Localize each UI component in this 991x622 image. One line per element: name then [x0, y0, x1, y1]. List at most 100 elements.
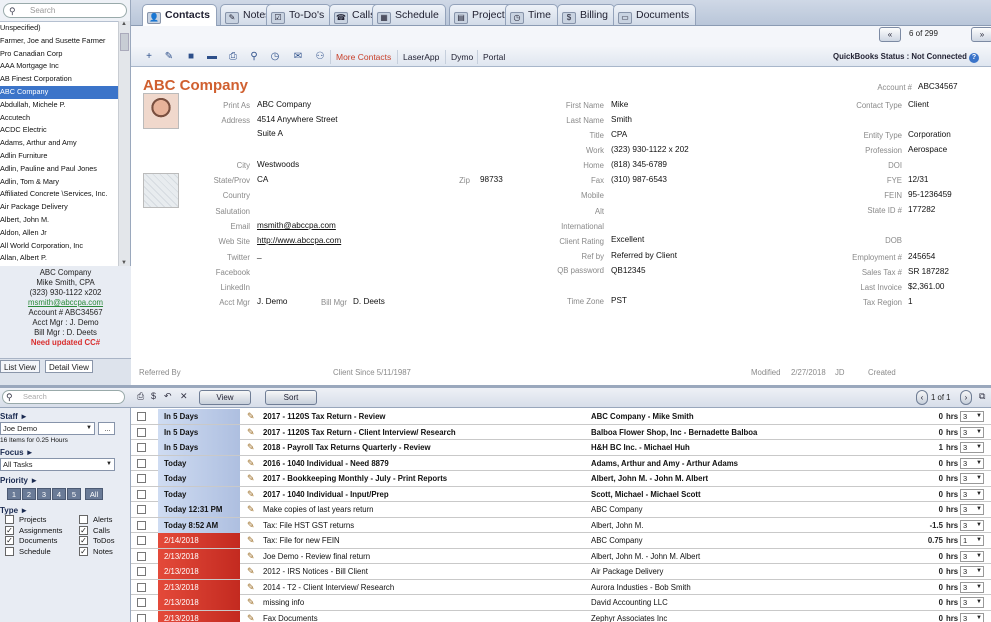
- type-header[interactable]: Type ►: [0, 506, 28, 515]
- client-list-item[interactable]: Pro Canadian Corp: [0, 48, 118, 61]
- task-priority-select[interactable]: 3 ▼: [960, 581, 984, 593]
- tab-schedule[interactable]: ▦ Schedule: [372, 4, 446, 25]
- task-checkbox[interactable]: [137, 567, 146, 576]
- client-list-item[interactable]: Abdullah, Michele P.: [0, 99, 118, 112]
- task-priority-select[interactable]: 1 ▼: [960, 535, 984, 546]
- task-priority-select[interactable]: 3 ▼: [960, 411, 984, 422]
- task-priority-select[interactable]: 3 ▼: [960, 457, 984, 469]
- tab-billing[interactable]: $ Billing: [557, 4, 616, 25]
- task-priority-select[interactable]: 3 ▼: [960, 550, 984, 562]
- task-checkbox[interactable]: [137, 598, 146, 607]
- priority-5-button[interactable]: 5: [67, 488, 81, 500]
- task-row[interactable]: 2/13/2018 ✎ missing info David Accounting L…: [131, 595, 991, 611]
- task-description[interactable]: 2012 - IRS Notices - Bill Client: [263, 564, 368, 579]
- task-checkbox[interactable]: [137, 520, 146, 530]
- website-link[interactable]: http://www.abccpa.com: [257, 236, 341, 245]
- zip-value[interactable]: 98733: [480, 175, 503, 184]
- task-checkbox[interactable]: [137, 427, 146, 437]
- city-value[interactable]: Westwoods: [257, 160, 299, 169]
- task-description[interactable]: 2017 - 1120S Tax Return - Review: [263, 409, 386, 424]
- task-row[interactable]: Today ✎ 2016 - 1040 Individual - Need 8879…: [131, 455, 991, 471]
- type-checkbox[interactable]: ✓: [5, 525, 14, 535]
- tools-icon[interactable]: ✕: [180, 391, 188, 402]
- task-description[interactable]: 2017 - 1040 Individual - Input/Prep: [263, 487, 389, 502]
- task-checkbox[interactable]: [137, 474, 146, 483]
- task-checkbox[interactable]: [137, 582, 146, 592]
- detail-view-tab[interactable]: Detail View: [45, 360, 93, 373]
- task-checkbox[interactable]: [137, 505, 146, 514]
- task-description[interactable]: 2016 - 1040 Individual - Need 8879: [263, 456, 389, 471]
- task-description[interactable]: 2018 - Payroll Tax Returns Quarterly - R…: [263, 440, 431, 455]
- client-list-item[interactable]: AB Finest Corporation: [0, 73, 118, 86]
- task-description[interactable]: Tax: File HST GST returns: [263, 518, 354, 533]
- type-checkbox[interactable]: [5, 546, 14, 556]
- client-list-item[interactable]: Affiliated Concrete \Services, Inc.: [0, 188, 118, 201]
- task-row[interactable]: In 5 Days ✎ 2017 - 1120S Tax Return - Revi…: [131, 409, 991, 425]
- next-record-button[interactable]: »: [971, 27, 991, 42]
- client-list-scrollbar[interactable]: ▲ ▼: [118, 21, 130, 266]
- task-priority-select[interactable]: 3 ▼: [960, 612, 984, 622]
- task-contact[interactable]: Albert, John M. - John M. Albert: [591, 549, 700, 564]
- entity-type-value[interactable]: Corporation: [908, 130, 951, 139]
- delete-icon[interactable]: ▬: [204, 50, 220, 64]
- task-contact[interactable]: Adams, Arthur and Amy - Arthur Adams: [591, 456, 738, 471]
- priority-all-button[interactable]: All: [85, 488, 103, 500]
- priority-1-button[interactable]: 1: [7, 488, 21, 500]
- client-list-item[interactable]: Accutech: [0, 112, 118, 125]
- attach-icon[interactable]: ✎: [161, 50, 177, 64]
- client-list-item[interactable]: Adlin Furniture: [0, 150, 118, 163]
- dollar-icon[interactable]: $: [151, 391, 156, 401]
- client-list-item[interactable]: Adams, Arthur and Amy: [0, 137, 118, 150]
- task-row[interactable]: 2/14/2018 ✎ Tax: File for new FEIN ABC Comp…: [131, 533, 991, 549]
- tab-contacts[interactable]: 👤 Contacts: [142, 4, 217, 26]
- print-icon[interactable]: ⎙: [137, 391, 144, 402]
- task-contact[interactable]: Aurora Industies - Bob Smith: [591, 580, 691, 595]
- client-list-item[interactable]: Albert, John M.: [0, 214, 118, 227]
- task-contact[interactable]: Balboa Flower Shop, Inc - Bernadette Bal…: [591, 425, 757, 440]
- staff-header[interactable]: Staff ►: [0, 412, 28, 421]
- qb-password-value[interactable]: QB12345: [611, 266, 646, 275]
- search-icon[interactable]: ⚲: [246, 50, 262, 64]
- last-invoice-value[interactable]: $2,361.00: [908, 282, 944, 291]
- type-checkbox[interactable]: ✓: [5, 536, 14, 545]
- task-contact[interactable]: Albert, John M. - John M. Albert: [591, 471, 708, 486]
- sort-button[interactable]: Sort: [265, 390, 317, 405]
- laserapp-link[interactable]: LaserApp: [397, 50, 444, 64]
- task-row[interactable]: In 5 Days ✎ 2017 - 1120S Tax Return - Clie…: [131, 424, 991, 440]
- task-priority-select[interactable]: 3 ▼: [960, 488, 984, 500]
- task-description[interactable]: Joe Demo - Review final return: [263, 549, 370, 564]
- client-list-item[interactable]: Unspecified): [0, 22, 118, 35]
- task-priority-select[interactable]: 3 ▼: [960, 566, 984, 577]
- undo-icon[interactable]: ↶: [164, 391, 172, 402]
- client-list-item[interactable]: ABC Company: [0, 85, 118, 99]
- priority-header[interactable]: Priority ►: [0, 476, 38, 485]
- tab-time[interactable]: ◷ Time: [505, 4, 558, 25]
- type-checkbox[interactable]: ✓: [79, 525, 88, 535]
- fye-value[interactable]: 12/31: [908, 175, 929, 184]
- card-email-link[interactable]: msmith@abccpa.com: [0, 298, 131, 308]
- type-checkbox[interactable]: ✓: [79, 546, 88, 556]
- address-line1[interactable]: 4514 Anywhere Street: [257, 115, 338, 124]
- print-icon[interactable]: ⎙: [225, 50, 241, 64]
- profession-value[interactable]: Aerospace: [908, 145, 947, 154]
- client-rating-value[interactable]: Excellent: [611, 235, 644, 244]
- priority-4-button[interactable]: 4: [52, 488, 66, 500]
- task-contact[interactable]: Air Package Delivery: [591, 564, 663, 579]
- address-line2[interactable]: Suite A: [257, 129, 283, 138]
- client-list-item[interactable]: Adlin, Tom & Mary: [0, 176, 118, 189]
- save-icon[interactable]: ■: [183, 50, 199, 64]
- task-row[interactable]: 2/13/2018 ✎ Fax Documents Zephyr Associates…: [131, 610, 991, 622]
- task-description[interactable]: missing info: [263, 595, 304, 610]
- client-list-item[interactable]: ACDC Electric: [0, 124, 118, 137]
- task-search-input[interactable]: ⚲ Search: [2, 390, 125, 404]
- more-contacts-link[interactable]: More Contacts: [330, 50, 396, 64]
- twitter-value[interactable]: _: [257, 250, 262, 259]
- focus-select[interactable]: All Tasks ▼: [0, 458, 115, 471]
- fax-value[interactable]: (310) 987-6543: [611, 175, 667, 184]
- add-icon[interactable]: +: [141, 50, 157, 64]
- client-list-item[interactable]: Adlin, Pauline and Paul Jones: [0, 163, 118, 176]
- home-phone-value[interactable]: (818) 345-6789: [611, 160, 667, 169]
- last-name-value[interactable]: Smith: [611, 115, 632, 124]
- title-value[interactable]: CPA: [611, 130, 627, 139]
- task-contact[interactable]: ABC Company - Mike Smith: [591, 409, 694, 424]
